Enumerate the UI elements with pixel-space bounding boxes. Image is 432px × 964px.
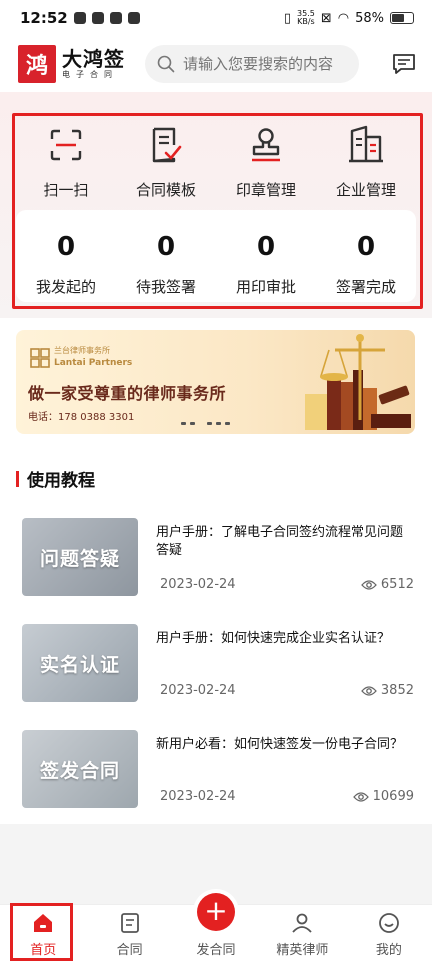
link-notification-icon: [109, 12, 122, 24]
firm-logo-icon: [30, 348, 50, 368]
article-card[interactable]: 签发合同 新用户必看：如何快速签发一份电子合同？ 2023-02-24 1069…: [22, 730, 414, 810]
carousel-dot: [190, 422, 195, 425]
battery-percent: 58%: [355, 10, 384, 26]
logo-glyph: 鸿: [25, 54, 48, 79]
battery-icon: [390, 12, 414, 24]
message-button[interactable]: [390, 50, 418, 78]
brand-text: 大鸿签 电子合同: [62, 48, 125, 80]
thumbnail-text: 签发合同: [39, 759, 120, 782]
banner-phone: 电话：178 0388 3301: [28, 412, 135, 423]
profile-icon: [378, 913, 399, 933]
promo-banner[interactable]: 兰台律师事务所 Lantai Partners 做一家受尊重的律师事务所 电话：…: [16, 330, 415, 434]
article-body: 用户手册：如何快速完成企业实名认证？ 2023-02-24 3852: [156, 624, 414, 704]
carousel-dot: [216, 422, 221, 425]
article-views: 6512: [361, 577, 414, 592]
firm-name-cn: 兰台律师事务所: [54, 346, 110, 355]
tab-lawyers[interactable]: 精英律师: [259, 905, 345, 964]
highlight-box: [10, 903, 73, 961]
app-header: 鸿 大鸿签 电子合同: [0, 36, 432, 92]
lawyer-icon: [292, 913, 313, 933]
article-thumbnail: 问题答疑: [22, 518, 138, 596]
status-bar: 12:52 ▯ 35.5 KB/s ⊠ ◠ 58%: [0, 0, 432, 36]
status-time: 12:52: [20, 9, 68, 27]
section-title: 使用教程: [27, 471, 95, 491]
brand-subtitle: 电子合同: [62, 70, 118, 79]
message-icon: [393, 54, 415, 74]
carousel-indicator: [181, 422, 230, 425]
tab-contract[interactable]: 合同: [86, 905, 172, 964]
firm-name-en: Lantai Partners: [54, 358, 133, 368]
search-input[interactable]: [183, 55, 353, 73]
carousel-dot: [207, 422, 212, 425]
tab-send-contract[interactable]: + 发合同: [173, 893, 259, 964]
article-title: 新用户必看：如何快速签发一份电子合同？: [156, 737, 404, 752]
eye-icon: [352, 791, 369, 802]
tab-label: 发合同: [196, 943, 236, 958]
section-accent-bar: [16, 470, 19, 487]
article-title: 用户手册：了解电子合同签约流程常见问题答疑: [156, 525, 404, 558]
article-card[interactable]: 问题答疑 用户手册：了解电子合同签约流程常见问题答疑 2023-02-24 65…: [22, 518, 414, 598]
tutorials-header: 使用教程: [16, 466, 95, 491]
view-count: 6512: [380, 577, 414, 592]
banner-title: 做一家受尊重的律师事务所: [28, 384, 227, 403]
article-card[interactable]: 实名认证 用户手册：如何快速完成企业实名认证？ 2023-02-24 3852: [22, 624, 414, 704]
plus-icon[interactable]: +: [197, 893, 236, 931]
carousel-dot: [181, 422, 186, 425]
vibrate-icon: ▯: [283, 10, 292, 26]
eye-icon: [361, 579, 377, 590]
view-count: 10699: [372, 789, 414, 804]
article-thumbnail: 签发合同: [22, 730, 138, 808]
highlight-box: [12, 113, 423, 309]
article-date: 2023-02-24: [160, 683, 236, 698]
carousel-dot: [225, 422, 230, 425]
tab-label: 精英律师: [276, 943, 329, 958]
eye-icon: [361, 685, 377, 696]
thumbnail-text: 问题答疑: [39, 547, 120, 570]
tab-label: 合同: [116, 943, 143, 958]
contract-icon: [120, 913, 139, 933]
article-views: 10699: [352, 789, 414, 804]
search-icon: [157, 55, 175, 73]
mail-notification-icon: [127, 12, 140, 24]
nfc-icon: ⊠: [320, 10, 332, 26]
article-date: 2023-02-24: [160, 789, 236, 804]
tab-profile[interactable]: 我的: [346, 905, 432, 964]
search-bar[interactable]: [145, 45, 359, 83]
view-count: 3852: [380, 683, 414, 698]
thumbnail-text: 实名认证: [39, 653, 120, 676]
article-title: 用户手册：如何快速完成企业实名认证？: [156, 631, 391, 646]
brand-name: 大鸿签: [62, 47, 125, 71]
network-speed-unit: KB/s: [297, 17, 315, 26]
article-thumbnail: 实名认证: [22, 624, 138, 702]
brand-logo: 鸿: [18, 45, 56, 83]
article-date: 2023-02-24: [160, 577, 236, 592]
article-body: 新用户必看：如何快速签发一份电子合同？ 2023-02-24 10699: [156, 730, 414, 810]
network-speed: 35.5 KB/s: [297, 10, 315, 26]
article-views: 3852: [361, 683, 414, 698]
article-body: 用户手册：了解电子合同签约流程常见问题答疑 2023-02-24 6512: [156, 518, 414, 598]
app-notification-icon: [91, 12, 104, 24]
wifi-icon: ◠: [337, 10, 350, 26]
justice-scale-illustration: [305, 334, 411, 430]
tiktok-icon: [73, 12, 86, 24]
tab-label: 我的: [375, 943, 402, 958]
